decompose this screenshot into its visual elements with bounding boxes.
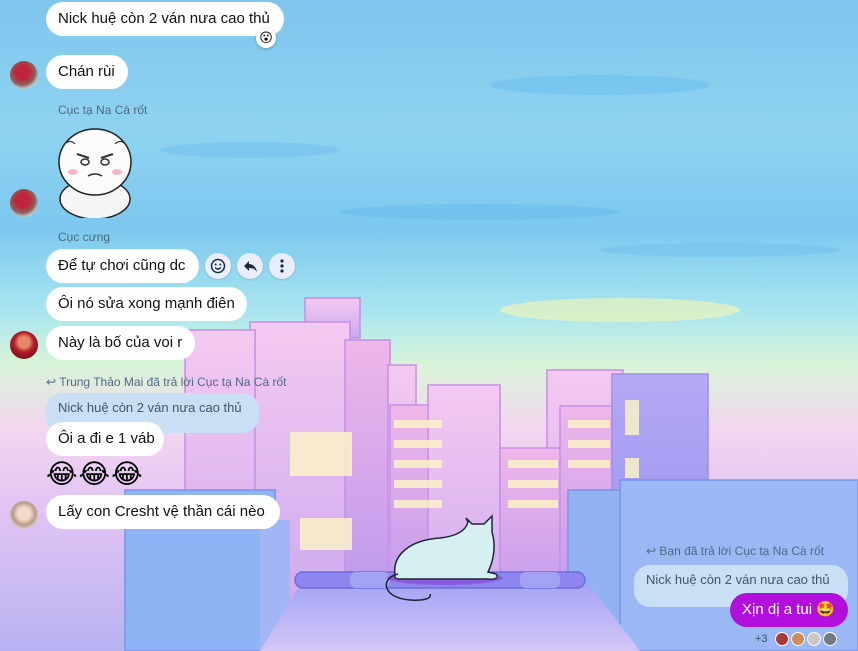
avatar[interactable] [10, 189, 38, 217]
avatar[interactable] [10, 331, 38, 359]
more-vertical-icon [280, 259, 284, 273]
react-button[interactable] [205, 253, 231, 279]
message-text: Chán rùi [58, 63, 115, 80]
seen-more-count: +3 [755, 633, 768, 645]
message-text: Này là bố của voi r [58, 334, 183, 351]
message-bubble[interactable]: Ôi a đi e 1 váb [46, 422, 164, 456]
message-text: Để tự chơi cũng dc [58, 257, 186, 274]
reaction-badge[interactable]: 😮 [256, 28, 276, 48]
reply-icon: ↩ [46, 375, 57, 389]
quoted-text: Nick huệ còn 2 ván nưa cao thủ [58, 400, 242, 415]
message-text: Lấy con Cresht vệ thần cái nèo [58, 503, 265, 520]
message-bubble[interactable]: Chán rùi [46, 55, 128, 89]
reply-indicator: ↩ Trung Thảo Mai đã trả lời Cục tạ Na Cà… [46, 375, 286, 389]
sender-name: Cục tạ Na Cà rốt [58, 103, 148, 117]
reply-indicator: ↩ Bạn đã trả lời Cục tạ Na Cà rốt [646, 544, 824, 558]
message-text: Ôi nó sửa xong mạnh điên [58, 295, 235, 312]
avatar[interactable] [10, 501, 38, 529]
my-message-bubble[interactable]: Xịn dị a tui 🤩 [730, 593, 848, 627]
sender-name: Cục cưng [58, 230, 111, 244]
message-bubble[interactable]: Ôi nó sửa xong mạnh điên [46, 287, 247, 321]
seen-avatar [823, 632, 837, 646]
smile-icon [210, 258, 226, 274]
reply-info-text: Bạn đã trả lời Cục tạ Na Cà rốt [659, 544, 825, 558]
reply-icon [244, 261, 257, 272]
message-text: Xịn dị a tui 🤩 [742, 601, 835, 618]
message-bubble[interactable]: Lấy con Cresht vệ thần cái nèo [46, 495, 280, 529]
message-bubble[interactable]: Nick huệ còn 2 ván nưa cao thủ [46, 2, 284, 36]
emoji-message[interactable]: 😂😂😂 [46, 459, 144, 489]
reply-icon: ↩ [646, 544, 657, 558]
message-bubble[interactable]: Để tự chơi cũng dc [46, 249, 199, 283]
quoted-text: Nick huệ còn 2 ván nưa cao thủ [646, 572, 830, 587]
more-button[interactable] [269, 253, 295, 279]
avatar[interactable] [10, 61, 38, 89]
seen-avatar [791, 632, 805, 646]
message-text: Nick huệ còn 2 ván nưa cao thủ [58, 10, 270, 27]
seen-avatar [775, 632, 789, 646]
seen-avatar [807, 632, 821, 646]
message-text: Ôi a đi e 1 váb [58, 430, 155, 447]
message-bubble[interactable]: Này là bố của voi r [46, 326, 195, 360]
sticker-image[interactable] [55, 124, 135, 218]
reply-info-text: Trung Thảo Mai đã trả lời Cục tạ Na Cà r… [59, 375, 287, 389]
reply-button[interactable] [237, 253, 263, 279]
